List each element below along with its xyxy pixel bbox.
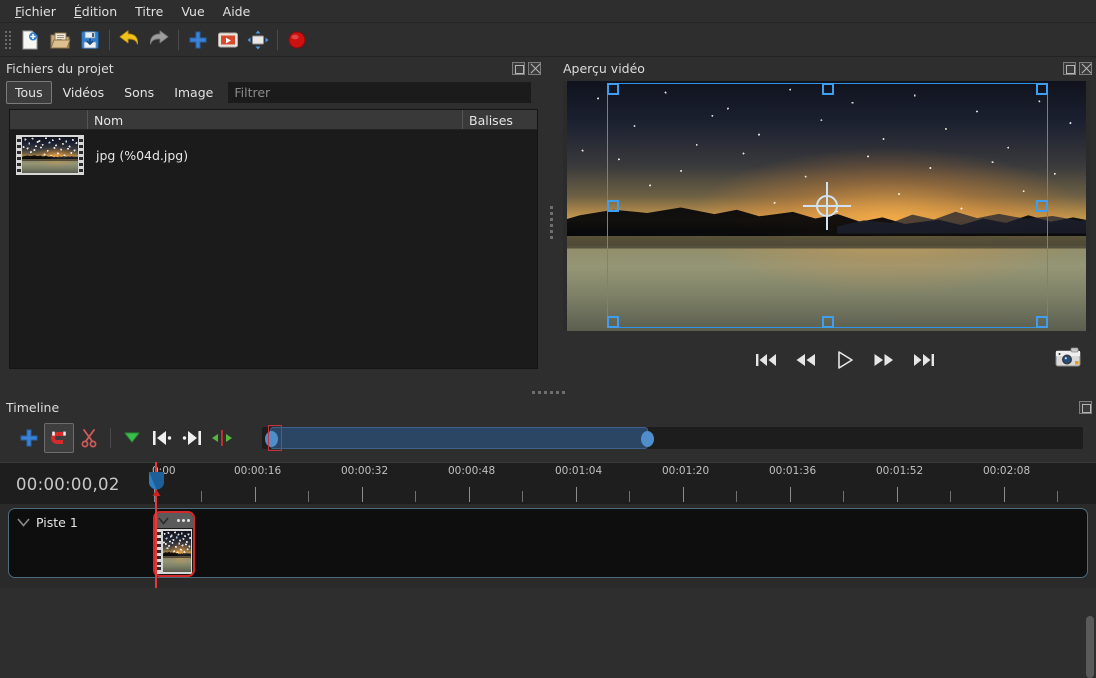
project-files-float-button[interactable] bbox=[512, 61, 525, 75]
snapping-toggle-button[interactable] bbox=[44, 423, 74, 453]
video-preview-panel: Aperçu vidéo bbox=[557, 57, 1096, 387]
file-thumbnail bbox=[16, 135, 84, 175]
toolbar-drag-handle[interactable] bbox=[3, 29, 12, 51]
timeline-toolbar bbox=[0, 418, 1096, 458]
menu-titre[interactable]: Titre bbox=[126, 2, 172, 21]
timeline-ruler[interactable]: 00:00:00,02 0:00 00:00:16 00:00:32 00:00… bbox=[0, 462, 1096, 504]
track-name-label: Piste 1 bbox=[36, 515, 78, 530]
timeline-zoom-scrollbar[interactable] bbox=[262, 425, 1083, 451]
project-files-title-bar: Fichiers du projet bbox=[0, 57, 545, 79]
next-marker-button[interactable] bbox=[177, 423, 207, 453]
filter-tab-tous[interactable]: Tous bbox=[6, 81, 52, 104]
skip-to-end-button[interactable] bbox=[913, 352, 935, 368]
preview-image bbox=[567, 81, 1086, 331]
add-track-button[interactable] bbox=[14, 423, 44, 453]
video-preview-stage[interactable] bbox=[563, 81, 1090, 331]
open-project-icon[interactable] bbox=[45, 25, 75, 55]
column-header-icon[interactable] bbox=[10, 110, 88, 129]
project-files-filter-bar: Tous Vidéos Sons Image bbox=[0, 79, 545, 106]
zoom-handle-right[interactable] bbox=[641, 431, 654, 447]
undo-icon[interactable] bbox=[114, 25, 144, 55]
main-toolbar bbox=[0, 23, 1096, 57]
table-row[interactable]: jpg (%04d.jpg) bbox=[10, 130, 537, 180]
razor-tool-button[interactable] bbox=[74, 423, 104, 453]
menu-vue[interactable]: Vue bbox=[172, 2, 213, 21]
timeline-clip[interactable] bbox=[153, 511, 195, 577]
track-header[interactable]: Piste 1 bbox=[17, 515, 78, 530]
zoom-focus-outline bbox=[268, 425, 282, 451]
project-files-list: jpg (%04d.jpg) bbox=[10, 130, 537, 368]
ruler-label: 00:01:52 bbox=[876, 465, 924, 477]
current-timecode: 00:00:00,02 bbox=[16, 475, 120, 494]
timeline-float-button[interactable] bbox=[1079, 400, 1092, 414]
timeline-title: Timeline bbox=[6, 399, 60, 415]
column-header-nom[interactable]: Nom bbox=[88, 110, 463, 129]
rewind-button[interactable] bbox=[795, 352, 817, 368]
project-files-search-input[interactable] bbox=[228, 82, 531, 103]
project-files-title: Fichiers du projet bbox=[6, 60, 114, 76]
timeline-panel: Timeline 00:00:00,02 0:00 00:00:16 00:00… bbox=[0, 396, 1096, 678]
chevron-down-icon[interactable] bbox=[17, 518, 30, 527]
skip-to-start-button[interactable] bbox=[755, 352, 777, 368]
file-name-label: jpg (%04d.jpg) bbox=[96, 147, 189, 163]
toolbar-separator bbox=[109, 29, 110, 50]
ruler-label: 00:01:20 bbox=[662, 465, 710, 477]
project-files-panel: Fichiers du projet Tous Vidéos Sons Imag… bbox=[0, 57, 545, 387]
clip-menu-icon[interactable] bbox=[177, 519, 190, 522]
ruler-label: 00:02:08 bbox=[983, 465, 1031, 477]
snapshot-camera-button[interactable] bbox=[1054, 346, 1082, 374]
fast-forward-button[interactable] bbox=[873, 352, 895, 368]
ruler-label: 00:00:48 bbox=[448, 465, 496, 477]
timeline-toolbar-separator bbox=[110, 428, 111, 448]
ruler-label: 00:01:36 bbox=[769, 465, 817, 477]
toolbar-separator bbox=[178, 29, 179, 50]
timeline-tracks-area[interactable]: Piste 1 bbox=[0, 462, 1096, 678]
save-project-icon[interactable] bbox=[75, 25, 105, 55]
ruler-label: 00:00:16 bbox=[234, 465, 282, 477]
ruler-label: 00:00:32 bbox=[341, 465, 389, 477]
project-files-table: Nom Balises jpg (%04d.jpg) bbox=[9, 109, 538, 369]
play-button[interactable] bbox=[835, 350, 855, 370]
clip-chevron-down-icon[interactable] bbox=[158, 517, 169, 525]
toolbar-separator bbox=[277, 29, 278, 50]
project-files-close-button[interactable] bbox=[528, 61, 541, 75]
center-playhead-button[interactable] bbox=[207, 423, 237, 453]
video-preview-title: Aperçu vidéo bbox=[563, 60, 645, 76]
video-preview-float-button[interactable] bbox=[1063, 61, 1076, 75]
clip-thumbnail bbox=[156, 529, 192, 574]
menu-aide[interactable]: Aide bbox=[214, 2, 260, 21]
horizontal-splitter-handle[interactable] bbox=[546, 57, 557, 387]
track-row-piste-1[interactable]: Piste 1 bbox=[8, 508, 1088, 578]
playback-controls bbox=[557, 340, 1096, 380]
add-marker-button[interactable] bbox=[117, 423, 147, 453]
previous-marker-button[interactable] bbox=[147, 423, 177, 453]
menu-bar: FFichierichier Édition Titre Vue Aide bbox=[0, 0, 1096, 23]
menu-fichier[interactable]: FFichierichier bbox=[6, 2, 65, 21]
animated-title-icon[interactable] bbox=[243, 25, 273, 55]
zoom-range-fill[interactable] bbox=[265, 427, 654, 449]
export-video-icon[interactable] bbox=[213, 25, 243, 55]
ruler-label: 00:01:04 bbox=[555, 465, 603, 477]
column-header-balises[interactable]: Balises bbox=[463, 110, 537, 129]
playhead-marker[interactable] bbox=[148, 471, 165, 498]
record-icon[interactable] bbox=[282, 25, 312, 55]
timeline-title-bar: Timeline bbox=[0, 396, 1096, 418]
import-files-icon[interactable] bbox=[183, 25, 213, 55]
new-project-icon[interactable] bbox=[15, 25, 45, 55]
video-preview-close-button[interactable] bbox=[1079, 61, 1092, 75]
filter-tab-sons[interactable]: Sons bbox=[115, 81, 163, 104]
video-preview-title-bar: Aperçu vidéo bbox=[557, 57, 1096, 79]
redo-icon[interactable] bbox=[144, 25, 174, 55]
clip-header[interactable] bbox=[155, 513, 193, 528]
table-header-row: Nom Balises bbox=[10, 110, 537, 130]
menu-edition[interactable]: Édition bbox=[65, 2, 126, 21]
ruler-ticks: 0:00 00:00:16 00:00:32 00:00:48 00:01:04… bbox=[150, 463, 1096, 504]
filter-tab-image[interactable]: Image bbox=[165, 81, 222, 104]
filter-tab-videos[interactable]: Vidéos bbox=[54, 81, 114, 104]
scrollbar-thumb[interactable] bbox=[1086, 616, 1094, 678]
